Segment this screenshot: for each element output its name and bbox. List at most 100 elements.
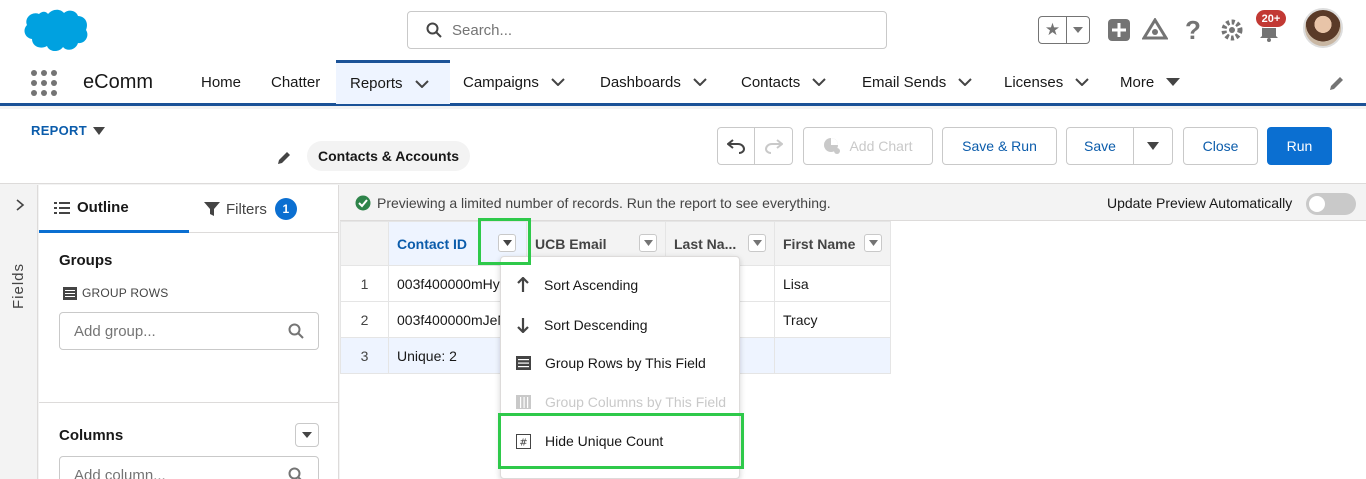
preview-bar: Previewing a limited number of records. … (340, 185, 1366, 221)
edit-report-name-pencil-icon[interactable] (277, 149, 293, 165)
nav-label: Contacts (741, 73, 801, 91)
nav-item-campaigns[interactable]: Campaigns (463, 60, 565, 104)
chevron-down-icon[interactable] (1075, 78, 1089, 86)
caret-down-icon (92, 126, 105, 135)
column-menu-button[interactable] (748, 234, 766, 252)
app-launcher-icon[interactable] (31, 70, 57, 96)
fields-tab-label: Fields (10, 262, 27, 309)
edit-nav-pencil-icon[interactable] (1328, 74, 1346, 92)
star-icon[interactable]: ★ (1039, 17, 1067, 43)
menu-item-group-rows[interactable]: Group Rows by This Field (501, 344, 741, 382)
filters-tab-label: Filters (226, 200, 267, 218)
row-number: 3 (340, 337, 389, 374)
help-icon[interactable]: ? (1180, 15, 1206, 45)
group-rows-icon (516, 356, 531, 370)
search-icon (288, 323, 304, 339)
chevron-down-icon (1073, 27, 1083, 33)
groups-title: Groups (59, 252, 113, 269)
user-avatar[interactable] (1303, 8, 1343, 48)
row-number-header (340, 221, 389, 266)
global-actions-icon[interactable] (1106, 17, 1132, 43)
redo-button[interactable] (754, 127, 793, 165)
row-number: 2 (340, 301, 389, 338)
add-chart-button[interactable]: Add Chart (803, 127, 933, 165)
report-type-menu[interactable]: REPORT (31, 123, 105, 138)
column-menu-button[interactable] (639, 234, 657, 252)
outline-panel: Outline Filters 1 Groups GROUP ROWS Add … (39, 185, 339, 479)
menu-item-sort-ascending[interactable]: Sort Ascending (501, 266, 741, 304)
chevron-down-icon[interactable] (693, 78, 707, 86)
nav-item-chatter[interactable]: Chatter (271, 60, 320, 104)
salesforce-logo[interactable] (18, 6, 90, 56)
caret-down-icon (643, 240, 653, 246)
column-actions-menu: Sort Ascending Sort Descending Group Row… (500, 256, 740, 479)
success-check-icon (355, 195, 371, 211)
menu-item-group-columns: Group Columns by This Field (501, 383, 741, 421)
report-type-label: REPORT (31, 123, 87, 138)
column-header-first-name[interactable]: First Name (774, 221, 891, 266)
tab-filters[interactable]: Filters 1 (204, 185, 297, 233)
preview-message-text: Previewing a limited number of records. … (377, 195, 831, 211)
hash-icon: # (516, 433, 531, 449)
column-label: Last Na... (674, 235, 737, 252)
close-button[interactable]: Close (1183, 127, 1258, 165)
chevron-down-icon[interactable] (812, 78, 826, 86)
auto-update-label: Update Preview Automatically (1107, 195, 1293, 211)
menu-item-hide-unique-count[interactable]: # Hide Unique Count (501, 422, 741, 460)
save-and-run-button[interactable]: Save & Run (942, 127, 1057, 165)
chevron-down-icon[interactable] (958, 78, 972, 86)
menu-item-sort-descending[interactable]: Sort Descending (501, 306, 741, 344)
chart-icon (824, 138, 841, 154)
nav-item-contacts[interactable]: Contacts (741, 60, 826, 104)
add-group-input[interactable]: Add group... (59, 312, 319, 350)
column-menu-button[interactable] (864, 234, 882, 252)
report-preview: Previewing a limited number of records. … (340, 185, 1366, 479)
save-menu-button[interactable] (1133, 127, 1173, 165)
search-placeholder: Search... (452, 21, 513, 39)
favorites-button[interactable]: ★ (1038, 16, 1090, 44)
first-name-cell (774, 337, 891, 374)
gear-icon[interactable] (1219, 17, 1245, 43)
first-name-cell: Lisa (774, 265, 891, 302)
caret-down-icon (752, 240, 762, 246)
group-rows-icon (63, 286, 77, 300)
column-label: First Name (783, 235, 856, 252)
undo-icon (727, 139, 745, 154)
add-column-placeholder: Add column... (74, 466, 166, 479)
columns-menu-button[interactable] (295, 423, 319, 447)
favorites-menu-caret[interactable] (1067, 17, 1089, 43)
save-run-label: Save & Run (962, 138, 1037, 154)
column-label: Contact ID (397, 235, 467, 252)
column-menu-button[interactable] (498, 234, 516, 252)
global-search-input[interactable]: Search... (407, 11, 887, 49)
menu-item-label: Sort Ascending (544, 277, 639, 293)
run-button[interactable]: Run (1267, 127, 1332, 165)
report-name[interactable]: Contacts & Accounts (307, 141, 471, 171)
section-divider (39, 402, 339, 403)
menu-item-label: Group Columns by This Field (545, 394, 727, 410)
save-button[interactable]: Save (1066, 127, 1134, 165)
nav-label: Email Sends (862, 73, 947, 91)
trailhead-icon[interactable] (1142, 17, 1168, 43)
nav-item-home[interactable]: Home (201, 60, 241, 104)
caret-down-icon[interactable] (1166, 78, 1181, 86)
row-number: 1 (340, 265, 389, 302)
tab-outline[interactable]: Outline (39, 185, 189, 233)
add-column-input[interactable]: Add column... (59, 456, 319, 479)
run-label: Run (1286, 138, 1313, 154)
undo-button[interactable] (717, 127, 755, 165)
auto-update-toggle[interactable] (1306, 193, 1356, 215)
chevron-down-icon[interactable] (551, 78, 565, 86)
fields-panel-toggle[interactable]: Fields (0, 185, 38, 479)
nav-item-more[interactable]: More (1120, 60, 1181, 104)
group-columns-icon (516, 395, 531, 409)
nav-item-reports[interactable]: Reports (336, 60, 450, 104)
chevron-down-icon[interactable] (414, 79, 429, 88)
nav-label: Dashboards (600, 73, 681, 91)
nav-item-email-sends[interactable]: Email Sends (862, 60, 972, 104)
nav-item-licenses[interactable]: Licenses (1004, 60, 1089, 104)
global-header: Search... ★ ? 20+ (0, 0, 1366, 60)
filter-icon (204, 202, 220, 216)
group-rows-text: GROUP ROWS (82, 286, 169, 300)
nav-item-dashboards[interactable]: Dashboards (600, 60, 707, 104)
